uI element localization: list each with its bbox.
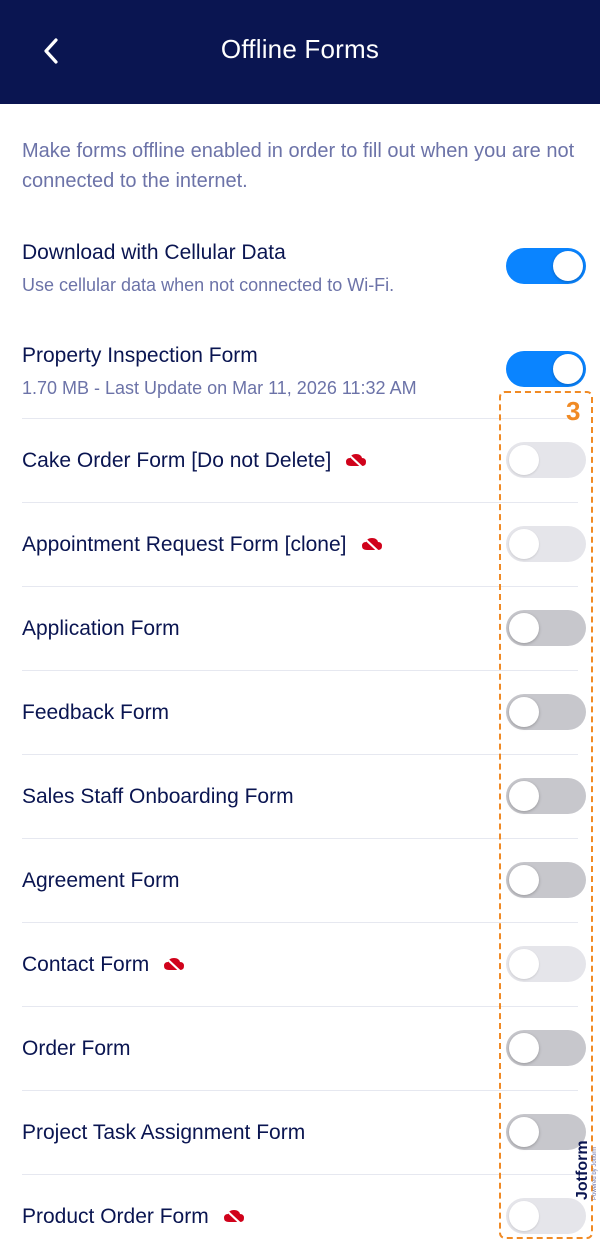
cellular-title: Download with Cellular Data <box>22 241 286 264</box>
form-name: Order Form <box>22 1037 131 1060</box>
cellular-toggle[interactable] <box>506 248 586 284</box>
watermark-tagline: Powered by Jotform <box>592 1146 598 1200</box>
form-row: Property Inspection Form 1.70 MB - Last … <box>22 343 578 399</box>
form-meta: 1.70 MB - Last Update on Mar 11, 2026 11… <box>22 378 417 398</box>
cellular-setting-row: Download with Cellular Data Use cellular… <box>22 240 578 296</box>
form-name: Cake Order Form [Do not Delete] <box>22 449 332 472</box>
form-name: Application Form <box>22 617 180 640</box>
form-row: Project Task Assignment Form <box>22 1120 578 1146</box>
divider <box>22 838 578 839</box>
divider <box>22 670 578 671</box>
divider <box>22 418 578 419</box>
form-toggle[interactable] <box>506 351 586 387</box>
form-row: Order Form <box>22 1036 578 1062</box>
form-name: Contact Form <box>22 953 150 976</box>
form-row: Sales Staff Onboarding Form <box>22 784 578 810</box>
divider <box>22 1090 578 1091</box>
divider <box>22 586 578 587</box>
divider <box>22 1174 578 1175</box>
form-name: Project Task Assignment Form <box>22 1121 306 1144</box>
divider <box>22 502 578 503</box>
watermark-brand: Jotform <box>574 1140 591 1200</box>
form-row: Agreement Form <box>22 868 578 894</box>
offline-unavailable-icon <box>223 1209 244 1226</box>
offline-unavailable-icon <box>346 453 367 470</box>
offline-unavailable-icon <box>164 957 185 974</box>
intro-text: Make forms offline enabled in order to f… <box>22 140 575 192</box>
form-name: Agreement Form <box>22 869 180 892</box>
form-name: Appointment Request Form [clone] <box>22 533 347 556</box>
divider <box>22 1006 578 1007</box>
form-name: Property Inspection Form <box>22 344 258 367</box>
form-row: Cake Order Form [Do not Delete] <box>22 448 578 474</box>
divider <box>22 922 578 923</box>
form-name: Product Order Form <box>22 1205 209 1228</box>
annotation-highlight-box <box>499 391 593 1239</box>
divider <box>22 754 578 755</box>
form-row: Appointment Request Form [clone] <box>22 532 578 558</box>
form-name: Sales Staff Onboarding Form <box>22 785 294 808</box>
form-name: Feedback Form <box>22 701 170 724</box>
annotation-number: 3 <box>566 396 581 426</box>
form-row: Feedback Form <box>22 700 578 726</box>
nav-bar: Offline Forms <box>0 0 600 104</box>
page-title: Offline Forms <box>220 34 380 64</box>
offline-unavailable-icon <box>361 537 382 554</box>
form-row: Application Form <box>22 616 578 642</box>
cellular-subtitle: Use cellular data when not connected to … <box>22 275 395 295</box>
form-row: Contact Form <box>22 952 578 978</box>
form-row: Product Order Form <box>22 1204 578 1230</box>
